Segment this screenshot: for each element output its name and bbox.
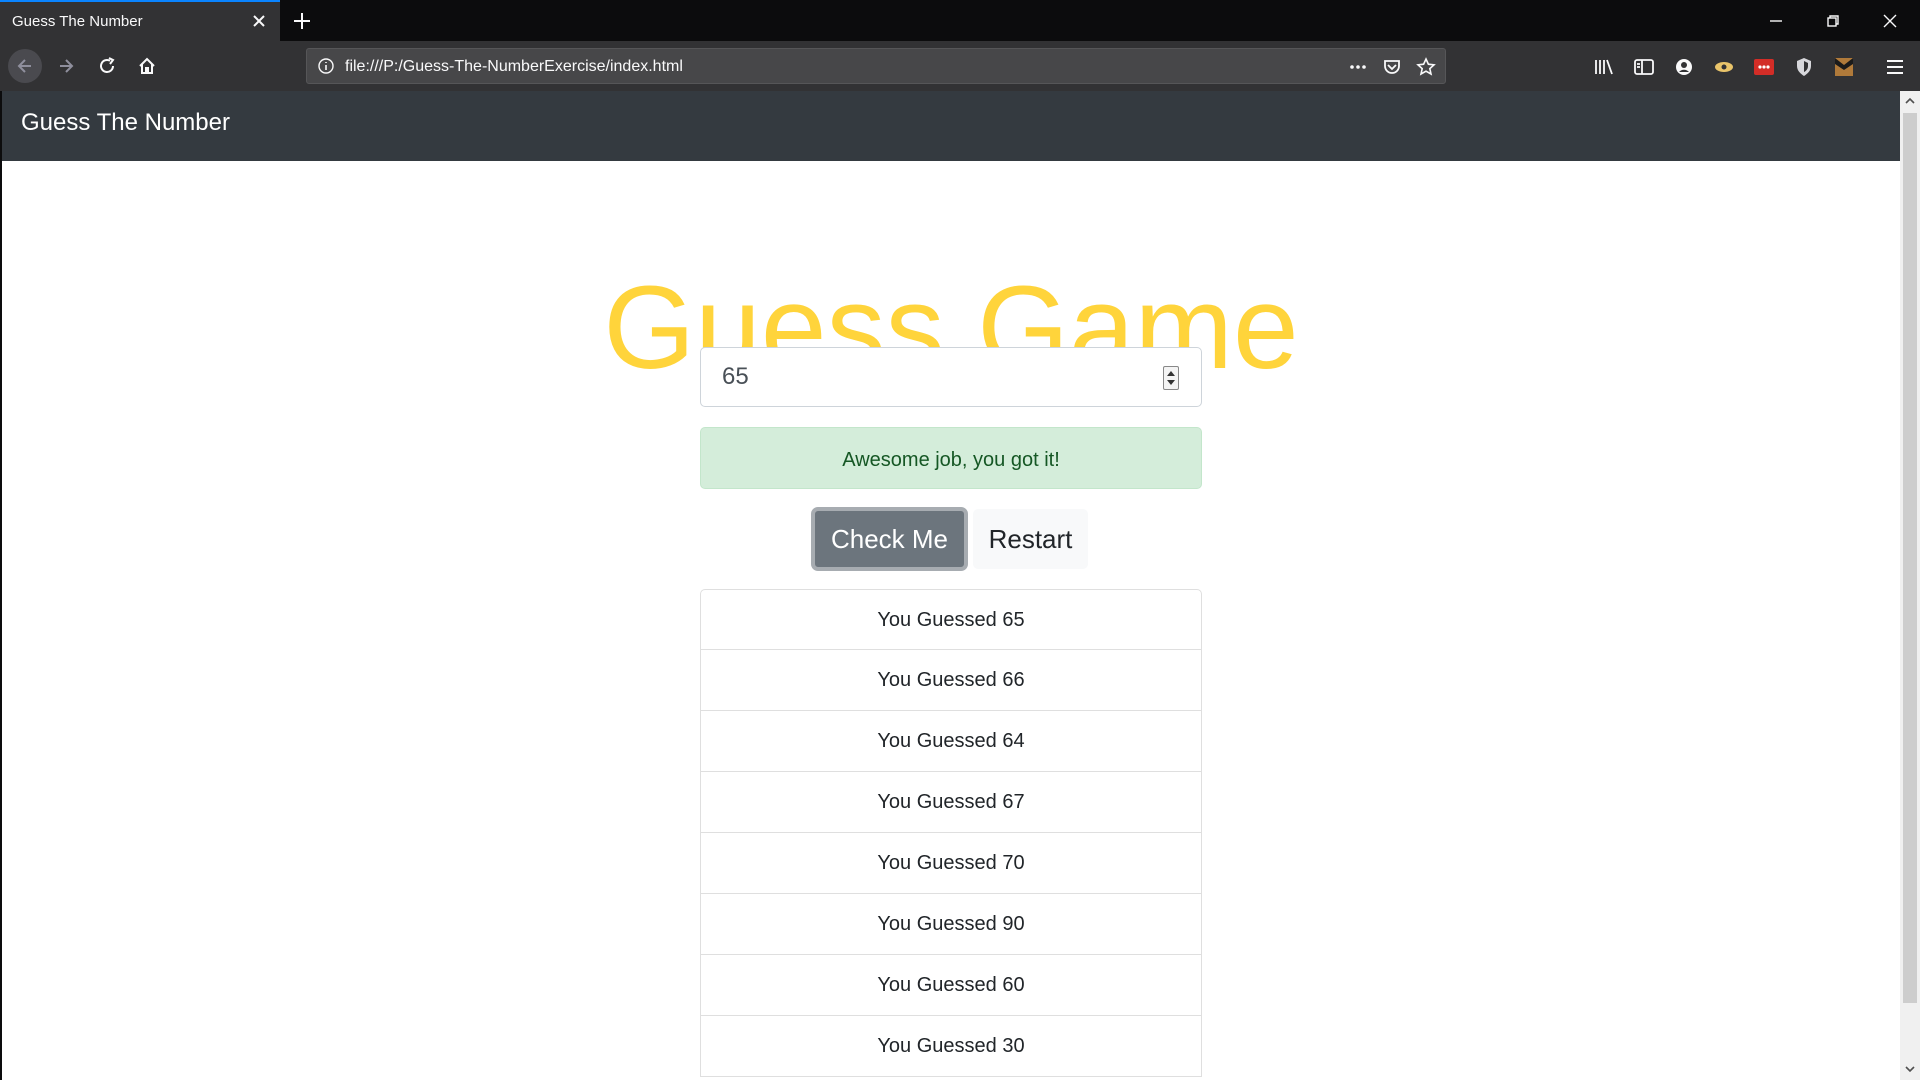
new-tab-icon[interactable] [289,8,315,34]
home-button[interactable] [130,49,164,83]
scrollbar-thumb[interactable] [1903,113,1917,1003]
list-item: You Guessed 60 [700,955,1202,1016]
bookmark-star-icon[interactable] [1415,56,1437,78]
sidebar-icon[interactable] [1632,55,1656,79]
list-item: You Guessed 70 [700,833,1202,894]
list-item: You Guessed 90 [700,894,1202,955]
forward-button[interactable] [49,49,83,83]
page-scrollbar[interactable] [1900,91,1920,1080]
account-icon[interactable] [1672,55,1696,79]
page-viewport: Guess The Number Guess Game 65 Awesome j… [2,91,1900,1080]
forward-arrow-icon [60,59,74,73]
guess-item-text: You Guessed 65 [877,609,1025,631]
guess-item-text: You Guessed 60 [877,974,1025,996]
extension-eye-icon[interactable] [1712,55,1736,79]
check-me-button[interactable]: Check Me [811,507,968,571]
list-item: You Guessed 64 [700,711,1202,772]
scroll-up-icon[interactable] [1904,95,1916,107]
list-item: You Guessed 30 [700,1016,1202,1077]
url-bar[interactable]: file:///P:/Guess-The-NumberExercise/inde… [306,48,1446,84]
guess-item-text: You Guessed 70 [877,852,1025,874]
info-icon[interactable] [317,57,335,75]
shield-icon[interactable] [1792,55,1816,79]
guess-item-text: You Guessed 66 [877,669,1025,691]
lastpass-icon[interactable] [1752,55,1776,79]
guess-item-text: You Guessed 64 [877,730,1025,752]
guess-input-value: 65 [722,363,749,390]
minimize-icon[interactable] [1763,8,1789,34]
guess-number-input[interactable]: 65 [700,347,1202,407]
alert-text: Awesome job, you got it! [842,449,1060,471]
page-actions-icon[interactable] [1347,56,1369,78]
browser-tab[interactable]: Guess The Number [0,0,280,41]
pocket-icon[interactable] [1381,56,1403,78]
back-button[interactable] [8,49,42,83]
url-actions [1347,56,1437,78]
url-text[interactable]: file:///P:/Guess-The-NumberExercise/inde… [345,58,683,76]
spinner-down-icon[interactable] [1167,380,1175,385]
reload-button[interactable] [90,49,124,83]
guess-item-text: You Guessed 30 [877,1035,1025,1057]
number-spinner[interactable] [1163,366,1179,390]
list-item: You Guessed 66 [700,650,1202,711]
library-icon[interactable] [1592,55,1616,79]
list-item: You Guessed 67 [700,772,1202,833]
spinner-up-icon[interactable] [1167,371,1175,376]
reload-icon [100,57,115,73]
guess-item-text: You Guessed 90 [877,913,1025,935]
close-tab-icon[interactable] [248,10,270,32]
scroll-down-icon[interactable] [1904,1063,1916,1075]
guess-item-text: You Guessed 67 [877,791,1025,813]
list-item: You Guessed 65 [700,589,1202,650]
tab-strip: Guess The Number [0,0,1920,41]
navbar-brand[interactable]: Guess The Number [21,109,230,137]
tab-title: Guess The Number [12,13,143,30]
close-window-icon[interactable] [1877,8,1903,34]
extension-avatar-icon[interactable] [1832,55,1856,79]
guess-history-list: You Guessed 65 You Guessed 66 You Guesse… [700,589,1202,1077]
restore-icon[interactable] [1820,8,1846,34]
success-alert: Awesome job, you got it! [700,427,1202,489]
back-arrow-icon [17,59,31,73]
browser-toolbar: file:///P:/Guess-The-NumberExercise/inde… [0,41,1920,91]
site-navbar: Guess The Number [2,91,1900,161]
hamburger-menu-icon[interactable] [1883,55,1907,79]
home-icon [139,57,155,74]
restart-button[interactable]: Restart [973,509,1088,569]
